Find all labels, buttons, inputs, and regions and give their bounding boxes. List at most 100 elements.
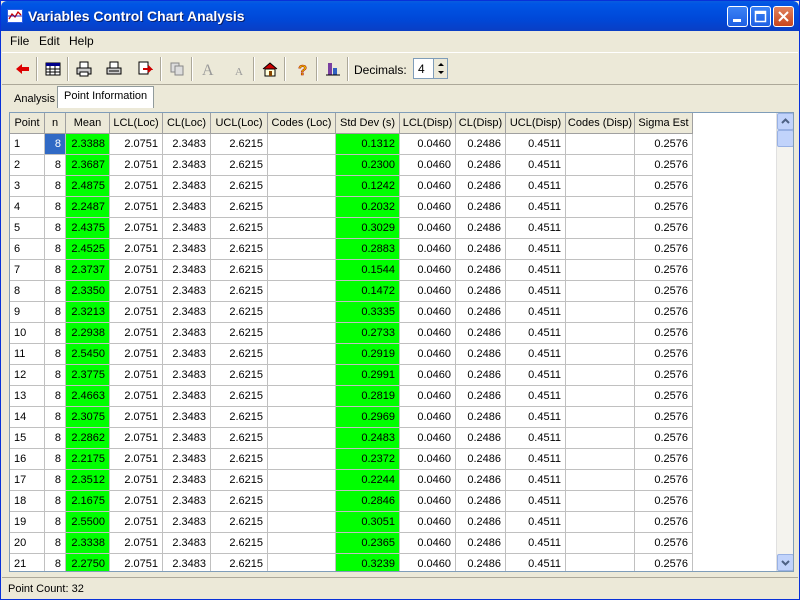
table-cell[interactable]: 0.2576: [635, 554, 693, 571]
table-cell[interactable]: 0.4511: [506, 281, 566, 302]
table-cell[interactable]: [566, 344, 635, 365]
table-row[interactable]: 13 8 2.4663 2.0751 2.3483 2.6215 0.2819 0.0460 0…: [10, 386, 693, 407]
table-cell[interactable]: 0.4511: [506, 449, 566, 470]
table-row[interactable]: 7 8 2.3737 2.0751 2.3483 2.6215 0.1544 0.0460 0.…: [10, 260, 693, 281]
table-row[interactable]: 12 8 2.3775 2.0751 2.3483 2.6215 0.2991 0.0460 0…: [10, 365, 693, 386]
table-cell[interactable]: 0.2576: [635, 512, 693, 533]
table-cell[interactable]: 0.4511: [506, 239, 566, 260]
table-cell[interactable]: 0.2576: [635, 428, 693, 449]
table-cell[interactable]: 2.3687: [66, 155, 110, 176]
table-cell[interactable]: 0.0460: [400, 239, 456, 260]
table-cell[interactable]: 18: [10, 491, 45, 512]
column-header[interactable]: CL(Loc): [163, 113, 211, 134]
table-cell[interactable]: 8: [45, 470, 66, 491]
table-cell[interactable]: 2.3483: [163, 302, 211, 323]
table-row[interactable]: 10 8 2.2938 2.0751 2.3483 2.6215 0.2733 0.0460 0…: [10, 323, 693, 344]
scroll-thumb[interactable]: [777, 130, 793, 147]
table-cell[interactable]: [268, 197, 336, 218]
table-cell[interactable]: 0.2486: [456, 197, 506, 218]
table-cell[interactable]: 2.4875: [66, 176, 110, 197]
table-cell[interactable]: 0.2576: [635, 302, 693, 323]
table-cell[interactable]: 2.0751: [110, 197, 163, 218]
table-cell[interactable]: 2.6215: [211, 134, 268, 155]
table-cell[interactable]: 0.2486: [456, 512, 506, 533]
table-cell[interactable]: 0.0460: [400, 365, 456, 386]
table-cell[interactable]: 0.4511: [506, 302, 566, 323]
table-cell[interactable]: 2.3338: [66, 533, 110, 554]
table-cell[interactable]: 2.6215: [211, 554, 268, 571]
table-cell[interactable]: 2.5500: [66, 512, 110, 533]
data-grid[interactable]: Point n Mean LCL(Loc) CL(Loc) UCL(Loc) Codes (…: [9, 112, 794, 572]
table-cell[interactable]: 2.5450: [66, 344, 110, 365]
help-icon[interactable]: ?: [290, 57, 314, 81]
back-arrow-icon[interactable]: [10, 57, 34, 81]
table-cell[interactable]: 0.2486: [456, 407, 506, 428]
table-cell[interactable]: 0.3051: [336, 512, 400, 533]
table-cell[interactable]: 11: [10, 344, 45, 365]
column-header[interactable]: Point: [10, 113, 45, 134]
table-cell[interactable]: 2.0751: [110, 491, 163, 512]
menu-help[interactable]: Help: [69, 34, 94, 48]
column-header[interactable]: CL(Disp): [456, 113, 506, 134]
table-cell[interactable]: 0.2486: [456, 449, 506, 470]
table-cell[interactable]: 2.3483: [163, 260, 211, 281]
table-cell[interactable]: 0.2576: [635, 470, 693, 491]
table-cell[interactable]: 2.6215: [211, 365, 268, 386]
table-cell[interactable]: 0.2846: [336, 491, 400, 512]
table-cell[interactable]: 0.2486: [456, 239, 506, 260]
table-cell[interactable]: [268, 302, 336, 323]
table-cell[interactable]: 2.3483: [163, 470, 211, 491]
table-row[interactable]: 1 8 2.3388 2.0751 2.3483 2.6215 0.1312 0.0460 0.…: [10, 134, 693, 155]
table-cell[interactable]: 8: [45, 344, 66, 365]
table-cell[interactable]: 8: [45, 134, 66, 155]
table-cell[interactable]: [566, 302, 635, 323]
table-cell[interactable]: 2.3388: [66, 134, 110, 155]
table-cell[interactable]: 2.6215: [211, 218, 268, 239]
table-cell[interactable]: 0.4511: [506, 323, 566, 344]
table-cell[interactable]: 2.3483: [163, 155, 211, 176]
table-cell[interactable]: 2.2750: [66, 554, 110, 571]
table-cell[interactable]: 2.6215: [211, 176, 268, 197]
table-cell[interactable]: 8: [45, 554, 66, 571]
scroll-up-button[interactable]: [777, 113, 793, 130]
table-cell[interactable]: [268, 365, 336, 386]
column-header[interactable]: Codes (Loc): [268, 113, 336, 134]
table-row[interactable]: 16 8 2.2175 2.0751 2.3483 2.6215 0.2372 0.0460 0…: [10, 449, 693, 470]
table-cell[interactable]: 8: [45, 260, 66, 281]
table-cell[interactable]: 2.0751: [110, 155, 163, 176]
table-cell[interactable]: [268, 554, 336, 571]
table-cell[interactable]: [268, 239, 336, 260]
table-cell[interactable]: 0.3239: [336, 554, 400, 571]
table-cell[interactable]: 0.2486: [456, 386, 506, 407]
table-cell[interactable]: 0.2486: [456, 491, 506, 512]
table-cell[interactable]: 0.1242: [336, 176, 400, 197]
table-cell[interactable]: 2.0751: [110, 365, 163, 386]
maximize-button[interactable]: [750, 6, 771, 27]
table-cell[interactable]: 0.2576: [635, 533, 693, 554]
table-cell[interactable]: 2.0751: [110, 386, 163, 407]
table-cell[interactable]: 0.4511: [506, 407, 566, 428]
table-cell[interactable]: 2.3483: [163, 134, 211, 155]
table-cell[interactable]: 2.3483: [163, 365, 211, 386]
table-cell[interactable]: 0.4511: [506, 428, 566, 449]
table-cell[interactable]: 0.4511: [506, 176, 566, 197]
table-cell[interactable]: [566, 533, 635, 554]
table-cell[interactable]: 0.3029: [336, 218, 400, 239]
table-row[interactable]: 5 8 2.4375 2.0751 2.3483 2.6215 0.3029 0.0460 0.…: [10, 218, 693, 239]
table-cell[interactable]: 14: [10, 407, 45, 428]
table-cell[interactable]: 0.2576: [635, 239, 693, 260]
table-cell[interactable]: 2.0751: [110, 281, 163, 302]
table-cell[interactable]: 8: [45, 407, 66, 428]
copy-disabled-icon[interactable]: [165, 57, 189, 81]
table-cell[interactable]: 0.2576: [635, 197, 693, 218]
table-cell[interactable]: 8: [45, 449, 66, 470]
table-cell[interactable]: 2.3483: [163, 197, 211, 218]
table-cell[interactable]: 0.2486: [456, 365, 506, 386]
table-cell[interactable]: 0.4511: [506, 134, 566, 155]
table-cell[interactable]: 12: [10, 365, 45, 386]
table-cell[interactable]: 2.6215: [211, 239, 268, 260]
table-cell[interactable]: 0.3335: [336, 302, 400, 323]
table-cell[interactable]: [566, 134, 635, 155]
table-cell[interactable]: 2.2175: [66, 449, 110, 470]
table-cell[interactable]: 2.6215: [211, 155, 268, 176]
